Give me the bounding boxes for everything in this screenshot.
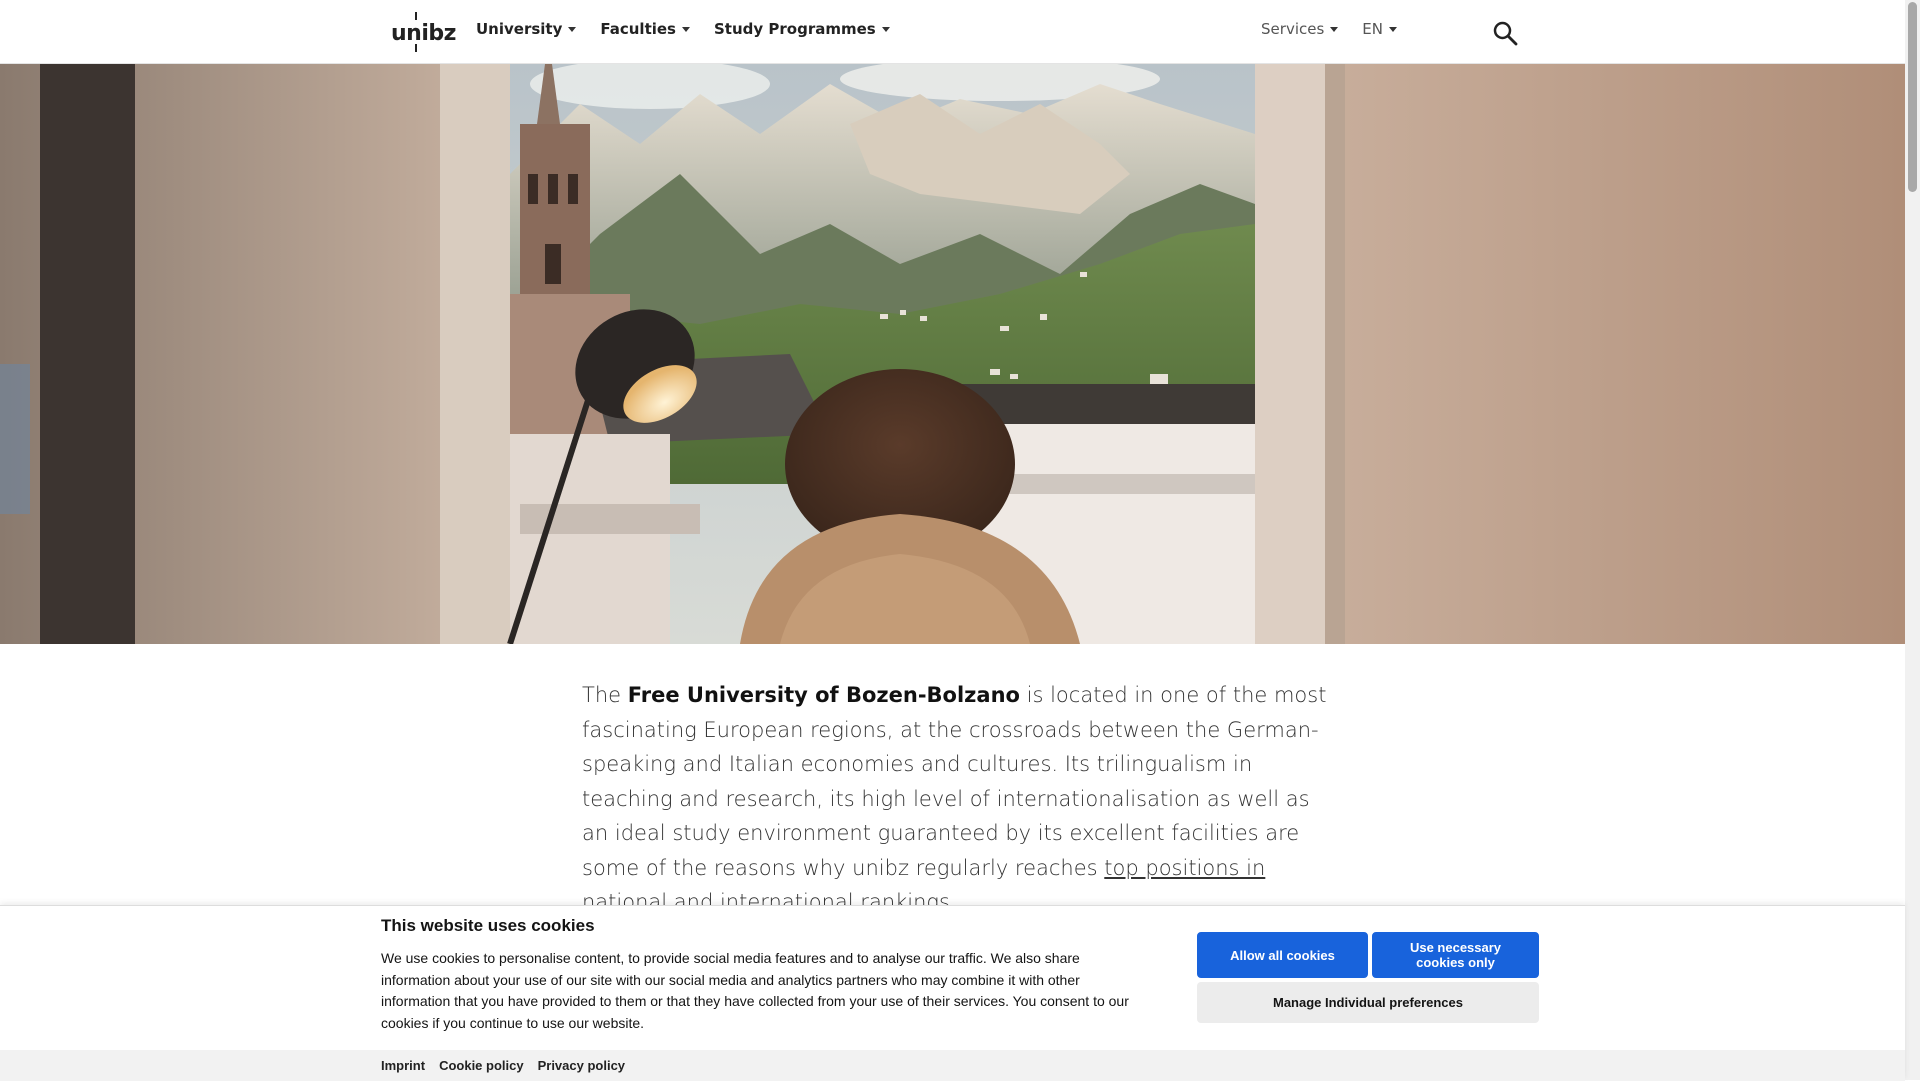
necessary-cookies-button[interactable]: Use necessary cookies only	[1372, 932, 1539, 978]
scrollbar-thumb[interactable]	[1908, 2, 1917, 192]
university-name: Free University of Bozen-Bolzano	[627, 683, 1020, 707]
caret-down-icon	[1389, 26, 1397, 32]
nav-university[interactable]: University	[476, 20, 577, 38]
nav-study-programmes-label: Study Programmes	[714, 20, 876, 38]
caret-down-icon	[682, 26, 690, 32]
logo-bar-top	[415, 12, 417, 20]
cookie-title: This website uses cookies	[381, 916, 595, 935]
imprint-link[interactable]: Imprint	[381, 1058, 425, 1073]
cookie-policy-link[interactable]: Cookie policy	[439, 1058, 524, 1073]
page-scrollbar[interactable]	[1905, 0, 1920, 1080]
intro-text-middle: is located in one of the most fascinatin…	[582, 683, 1327, 880]
hero-photo	[0, 64, 1905, 644]
caret-down-icon	[881, 26, 890, 32]
language-label: EN	[1362, 20, 1383, 38]
unibz-logo[interactable]: unibz	[391, 12, 456, 52]
allow-all-cookies-button[interactable]: Allow all cookies	[1197, 932, 1368, 978]
search-icon[interactable]	[1492, 20, 1518, 46]
nav-faculties[interactable]: Faculties	[600, 20, 690, 38]
privacy-policy-link[interactable]: Privacy policy	[538, 1058, 625, 1073]
hero-image	[0, 64, 1905, 644]
language-selector[interactable]: EN	[1362, 20, 1397, 38]
manage-preferences-button[interactable]: Manage Individual preferences	[1197, 982, 1539, 1023]
cookie-description: We use cookies to personalise content, t…	[381, 950, 1129, 1031]
cookie-footer-links: Imprint Cookie policy Privacy policy	[381, 1058, 625, 1073]
site-header: unibz University Faculties Study Program…	[0, 0, 1905, 64]
nav-services-label: Services	[1261, 20, 1325, 38]
nav-study-programmes[interactable]: Study Programmes	[714, 20, 890, 38]
nav-university-label: University	[476, 20, 563, 38]
nav-services[interactable]: Services	[1261, 20, 1339, 38]
cookie-footer: Imprint Cookie policy Privacy policy	[0, 1050, 1905, 1081]
intro-text-before: The	[582, 683, 628, 707]
secondary-nav: Services EN	[1261, 20, 1451, 38]
cookie-banner: This website uses cookies We use cookies…	[0, 905, 1905, 1081]
main-nav: University Faculties Study Programmes	[476, 20, 890, 38]
nav-faculties-label: Faculties	[600, 20, 676, 38]
logo-bar-bottom	[415, 44, 417, 52]
caret-down-icon	[568, 26, 577, 32]
intro-paragraph: The Free University of Bozen-Bolzano is …	[582, 678, 1332, 920]
logo-text: unibz	[391, 21, 456, 46]
caret-down-icon	[1330, 26, 1339, 32]
